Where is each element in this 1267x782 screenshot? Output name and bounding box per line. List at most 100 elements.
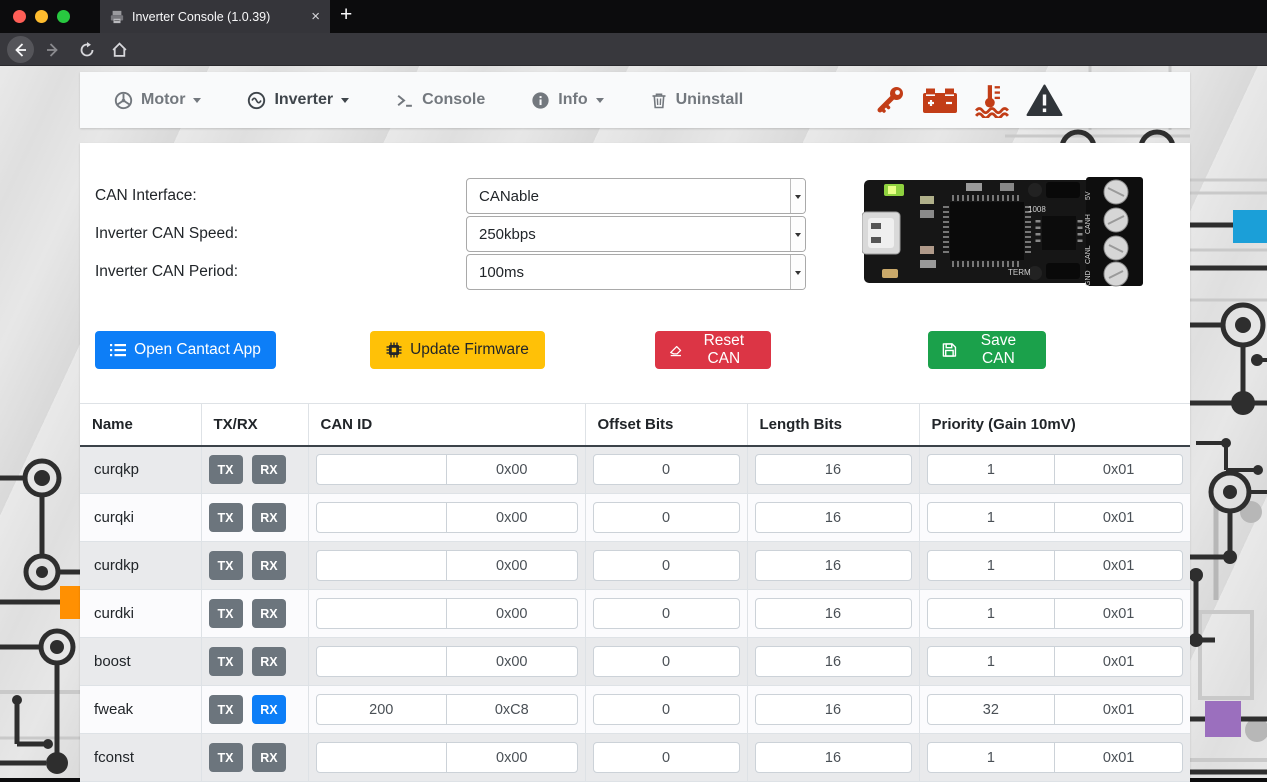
svg-text:TERM: TERM xyxy=(1008,268,1031,277)
tx-button[interactable]: TX xyxy=(209,455,243,484)
length-bits-input[interactable] xyxy=(755,550,912,581)
open-cantact-app-button[interactable]: Open Cantact App xyxy=(95,331,276,369)
offset-bits-input[interactable] xyxy=(593,502,740,533)
offset-bits-input[interactable] xyxy=(593,694,740,725)
priority-dec-input[interactable] xyxy=(927,646,1056,677)
row-name: curdki xyxy=(80,590,201,638)
offset-bits-input[interactable] xyxy=(593,742,740,773)
canid-dec-input[interactable] xyxy=(316,598,448,629)
priority-hex-input[interactable] xyxy=(1054,550,1183,581)
nav-item-inverter[interactable]: Inverter xyxy=(247,91,349,110)
cyan-accent-block xyxy=(1233,210,1267,243)
nav-item-uninstall[interactable]: Uninstall xyxy=(650,91,744,110)
priority-dec-input[interactable] xyxy=(927,598,1056,629)
can-interface-select[interactable]: CANable xyxy=(466,178,806,214)
canid-dec-input[interactable] xyxy=(316,694,448,725)
tab-close-icon[interactable]: × xyxy=(311,9,320,24)
eraser-icon xyxy=(669,342,683,358)
motor-icon xyxy=(114,91,133,110)
select-arrow-icon xyxy=(790,217,805,251)
priority-dec-input[interactable] xyxy=(927,550,1056,581)
reload-button[interactable] xyxy=(74,33,100,66)
table-row: curdki TX RX xyxy=(80,590,1190,638)
priority-hex-input[interactable] xyxy=(1054,694,1183,725)
row-name: curdkp xyxy=(80,542,201,590)
home-button[interactable] xyxy=(106,33,132,66)
priority-hex-input[interactable] xyxy=(1054,502,1183,533)
canid-hex-input[interactable] xyxy=(446,742,578,773)
offset-bits-input[interactable] xyxy=(593,550,740,581)
canid-hex-input[interactable] xyxy=(446,502,578,533)
tx-button[interactable]: TX xyxy=(209,551,243,580)
canid-hex-input[interactable] xyxy=(446,646,578,677)
tx-button[interactable]: TX xyxy=(209,647,243,676)
canid-dec-input[interactable] xyxy=(316,742,448,773)
list-icon xyxy=(110,343,126,357)
canid-hex-input[interactable] xyxy=(446,550,578,581)
priority-dec-input[interactable] xyxy=(927,502,1056,533)
maximize-window-button[interactable] xyxy=(57,10,70,23)
offset-bits-input[interactable] xyxy=(593,598,740,629)
svg-text:5V: 5V xyxy=(1085,191,1092,200)
rx-button[interactable]: RX xyxy=(252,647,286,676)
nav-label-motor: Motor xyxy=(141,91,185,109)
offset-bits-input[interactable] xyxy=(593,454,740,485)
canid-dec-input[interactable] xyxy=(316,646,448,677)
priority-dec-input[interactable] xyxy=(927,742,1056,773)
canid-dec-input[interactable] xyxy=(316,454,448,485)
priority-hex-input[interactable] xyxy=(1054,598,1183,629)
tx-button[interactable]: TX xyxy=(209,695,243,724)
back-button[interactable] xyxy=(6,33,34,66)
svg-text:CANH: CANH xyxy=(1085,214,1092,234)
rx-button[interactable]: RX xyxy=(252,695,286,724)
priority-dec-input[interactable] xyxy=(927,454,1056,485)
reset-can-button[interactable]: Reset CAN xyxy=(655,331,771,369)
tx-button[interactable]: TX xyxy=(209,503,243,532)
close-window-button[interactable] xyxy=(13,10,26,23)
can-period-select[interactable]: 100ms xyxy=(466,254,806,290)
tx-button[interactable]: TX xyxy=(209,743,243,772)
new-tab-button[interactable]: + xyxy=(340,3,352,27)
info-icon xyxy=(531,91,550,110)
save-can-button[interactable]: Save CAN xyxy=(928,331,1046,369)
rx-button[interactable]: RX xyxy=(252,503,286,532)
can-speed-select[interactable]: 250kbps xyxy=(466,216,806,252)
col-header-priority: Priority (Gain 10mV) xyxy=(919,404,1190,446)
minimize-window-button[interactable] xyxy=(35,10,48,23)
length-bits-input[interactable] xyxy=(755,646,912,677)
rx-button[interactable]: RX xyxy=(252,743,286,772)
rx-button[interactable]: RX xyxy=(252,599,286,628)
nav-label-info: Info xyxy=(558,91,587,109)
window-controls[interactable] xyxy=(13,10,70,23)
nav-item-info[interactable]: Info xyxy=(531,91,603,110)
length-bits-input[interactable] xyxy=(755,502,912,533)
update-firmware-button[interactable]: Update Firmware xyxy=(370,331,545,369)
canid-hex-input[interactable] xyxy=(446,694,578,725)
forward-button[interactable] xyxy=(40,33,66,66)
nav-label-console: Console xyxy=(422,91,485,109)
canid-hex-input[interactable] xyxy=(446,454,578,485)
rx-button[interactable]: RX xyxy=(252,455,286,484)
canid-hex-input[interactable] xyxy=(446,598,578,629)
length-bits-input[interactable] xyxy=(755,598,912,629)
table-row: curqki TX RX xyxy=(80,494,1190,542)
priority-hex-input[interactable] xyxy=(1054,454,1183,485)
length-bits-input[interactable] xyxy=(755,694,912,725)
length-bits-input[interactable] xyxy=(755,742,912,773)
nav-item-motor[interactable]: Motor xyxy=(114,91,201,110)
tx-button[interactable]: TX xyxy=(209,599,243,628)
length-bits-input[interactable] xyxy=(755,454,912,485)
rx-button[interactable]: RX xyxy=(252,551,286,580)
browser-toolbar: 127.0.0.1:8080/can.php ••• ☆ ABP xyxy=(0,33,1267,66)
canid-dec-input[interactable] xyxy=(316,550,448,581)
nav-item-console[interactable]: Console xyxy=(395,91,485,110)
table-header-row: Name TX/RX CAN ID Offset Bits Length Bit… xyxy=(80,404,1190,446)
svg-text:GND: GND xyxy=(1085,270,1092,286)
priority-dec-input[interactable] xyxy=(927,694,1056,725)
browser-tab[interactable]: Inverter Console (1.0.39) × xyxy=(100,0,330,33)
priority-hex-input[interactable] xyxy=(1054,646,1183,677)
can-mapping-table: Name TX/RX CAN ID Offset Bits Length Bit… xyxy=(80,403,1190,782)
offset-bits-input[interactable] xyxy=(593,646,740,677)
priority-hex-input[interactable] xyxy=(1054,742,1183,773)
canid-dec-input[interactable] xyxy=(316,502,448,533)
